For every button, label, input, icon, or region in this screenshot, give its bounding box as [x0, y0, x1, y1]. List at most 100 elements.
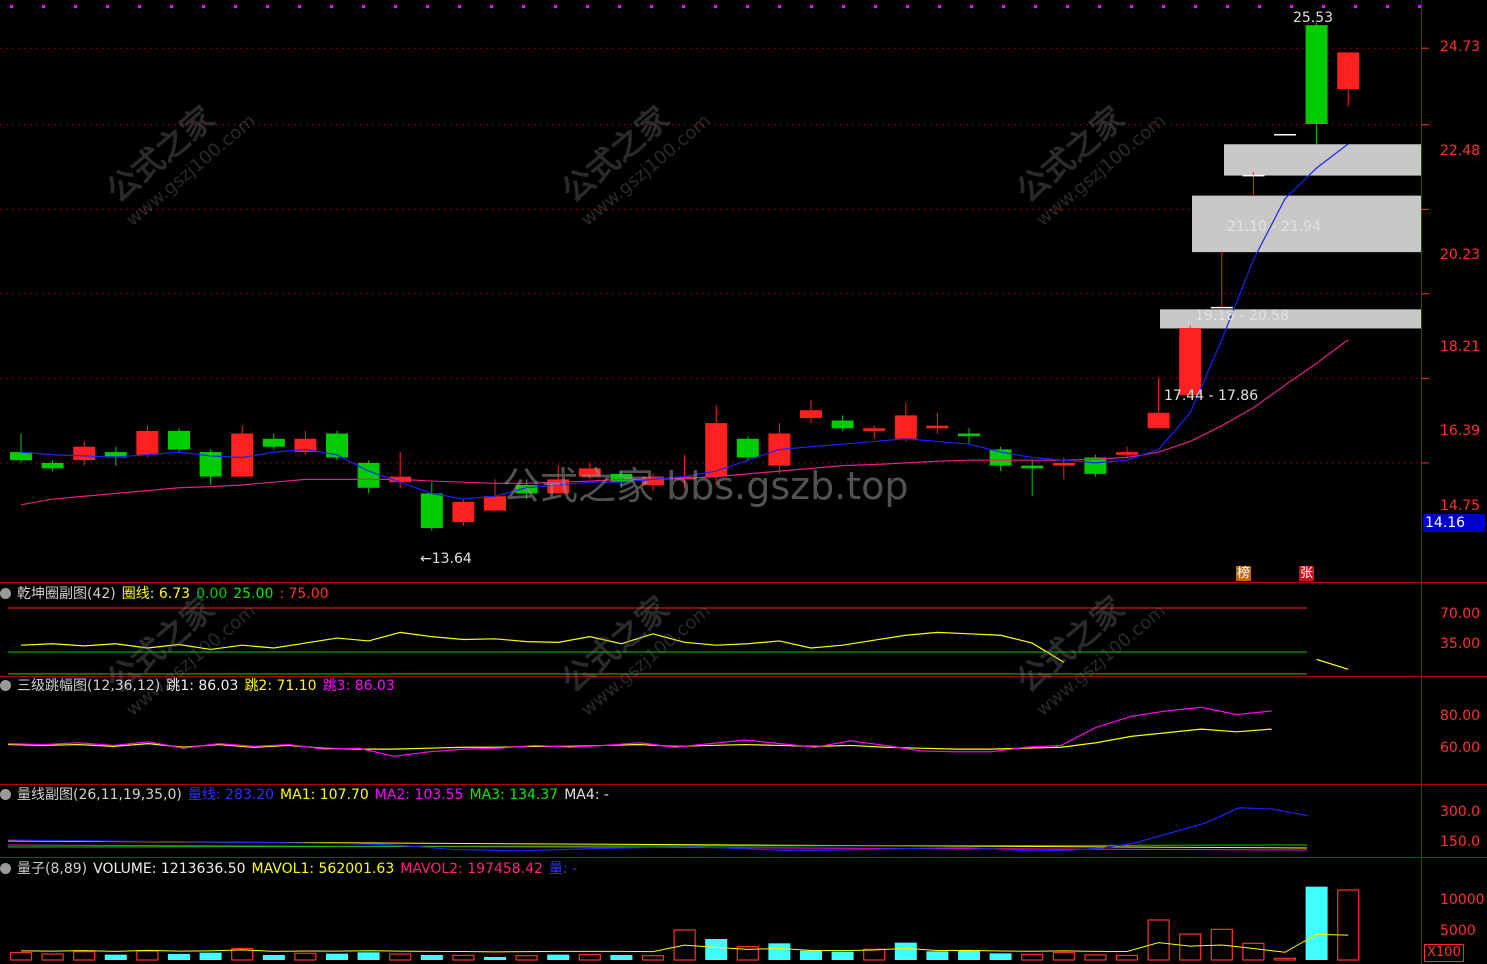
p2-jump1-line — [7, 706, 1272, 757]
panel2-v1: 跳1: 86.03 — [166, 678, 239, 694]
candle-body — [863, 428, 886, 431]
volume-bar — [262, 955, 285, 960]
top-marker — [906, 5, 909, 8]
top-marker — [138, 5, 141, 8]
candle-body — [1179, 328, 1202, 396]
panel3-name: 量线副图 — [17, 787, 73, 803]
panel3-tick: 300.0 — [1440, 804, 1481, 820]
panel2-header: 三级跳幅图(12,36,12) 跳1: 86.03 跳2: 71.10 跳3: 86.… — [0, 677, 401, 695]
volume-bar — [9, 952, 33, 961]
panel2-tick: 80.00 — [1440, 708, 1481, 724]
panel3-v4: MA3: 134.37 — [469, 787, 559, 803]
price-tick: 14.75 — [1440, 498, 1481, 514]
volume-bar — [863, 948, 886, 961]
top-marker — [1130, 5, 1133, 8]
top-marker — [1354, 5, 1357, 8]
panel4-tick: 5000 — [1440, 923, 1476, 939]
candle-body — [1052, 462, 1075, 466]
candle-body — [262, 438, 285, 447]
panel1-header: 乾坤圈副图(42) 圈线: 6.73 0.00 25.00: 75.00 — [0, 585, 335, 603]
volume-bar — [41, 953, 64, 961]
candle-body — [168, 430, 190, 450]
volume-bar — [326, 953, 348, 960]
volume-bar — [357, 952, 380, 960]
volume-bar — [136, 950, 159, 961]
top-marker — [970, 5, 973, 8]
candle-body — [1021, 465, 1044, 469]
panel1-v1: 圈线: 6.73 — [121, 586, 191, 602]
panel1-v3: 25.00 — [233, 586, 274, 602]
panel1-v2: 0.00 — [196, 586, 228, 602]
top-marker — [842, 5, 845, 8]
candle-body — [894, 415, 917, 439]
volume-bar — [484, 957, 506, 960]
candle-body — [73, 446, 96, 461]
top-marker — [426, 5, 429, 8]
volume-bar — [578, 954, 601, 961]
panel2-v3: 跳3: 86.03 — [322, 678, 395, 694]
top-marker — [362, 5, 365, 8]
volume-bar — [199, 952, 222, 960]
top-marker — [1066, 5, 1069, 8]
volume-bar — [768, 943, 791, 960]
volume-bar — [73, 951, 96, 961]
top-marker — [650, 5, 653, 8]
top-marker — [1226, 5, 1229, 8]
volume-bar — [989, 953, 1012, 960]
panel-toggle-icon[interactable] — [0, 588, 11, 599]
price-tick: 20.23 — [1440, 247, 1481, 263]
candle-body — [958, 433, 980, 437]
zone-label: 19.18 - 20.58 — [1195, 308, 1290, 324]
panel4-v1: VOLUME: 1213636.50 — [93, 861, 246, 877]
top-marker — [1162, 5, 1165, 8]
badge-bang: 榜 — [1236, 566, 1252, 581]
candle-body — [41, 462, 64, 469]
top-marker — [1258, 5, 1261, 8]
panel-toggle-icon[interactable] — [0, 680, 11, 691]
low-label: ←13.64 — [420, 551, 472, 567]
price-tick: 16.39 — [1440, 423, 1481, 439]
panel3-params: (26,11,19,35,0) — [73, 787, 182, 803]
top-marker — [810, 5, 813, 8]
panel2-params: (12,36,12) — [87, 678, 161, 694]
panel4-params: (8,89) — [45, 861, 88, 877]
candle-body — [926, 425, 949, 429]
top-marker — [522, 5, 525, 8]
top-marker — [778, 5, 781, 8]
volume-bar — [1337, 889, 1360, 961]
top-marker — [10, 5, 13, 8]
top-marker — [1002, 5, 1005, 8]
top-marker — [682, 5, 685, 8]
panel3-tick: 150.0 — [1440, 834, 1481, 850]
top-marker — [874, 5, 877, 8]
volume-bar — [705, 939, 728, 960]
volume-bar — [958, 950, 980, 960]
volume-bar — [1147, 919, 1170, 961]
panel3-v3: MA2: 103.55 — [374, 787, 464, 803]
top-marker — [1194, 5, 1197, 8]
ma-blue-line — [20, 143, 1349, 500]
zone-label: 17.44 - 17.86 — [1164, 388, 1259, 404]
top-marker — [106, 5, 109, 8]
volume-bar — [1021, 953, 1044, 961]
candle-body — [136, 430, 159, 455]
top-marker — [1418, 5, 1421, 8]
panel4-v2: MAVOL1: 562001.63 — [251, 861, 395, 877]
panel-toggle-icon[interactable] — [0, 789, 11, 800]
panel4-header: 量子(8,89) VOLUME: 1213636.50 MAVOL1: 562001… — [0, 860, 583, 878]
volume-bar — [1273, 957, 1297, 961]
watermark-main: 公式之家 bbs.gszb.top — [502, 464, 909, 508]
volume-bar — [1115, 954, 1139, 961]
top-marker — [1098, 5, 1101, 8]
panel-toggle-icon[interactable] — [0, 863, 11, 874]
high-label: 25.53 — [1293, 10, 1334, 26]
panel2-v2: 跳2: 71.10 — [244, 678, 317, 694]
volume-bar — [831, 951, 854, 960]
top-marker — [714, 5, 717, 8]
panel4-v3: MAVOL2: 197458.42 — [400, 861, 543, 877]
top-marker — [266, 5, 269, 8]
top-marker — [554, 5, 557, 8]
volume-bar — [547, 954, 570, 960]
top-marker — [1386, 5, 1389, 8]
panel3-header: 量线副图(26,11,19,35,0) 量线: 283.20 MA1: 107.70… — [0, 786, 615, 804]
